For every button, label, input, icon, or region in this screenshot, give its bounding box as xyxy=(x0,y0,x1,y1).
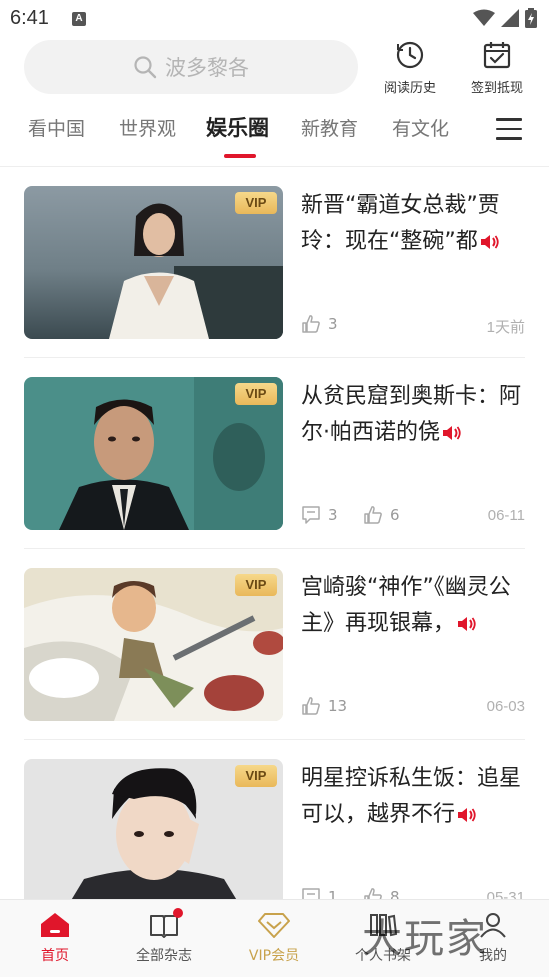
home-icon xyxy=(41,913,69,937)
article-card[interactable]: VIP 新晋“霸道女总裁”贾玲：现在“整碗”都 3 1天前 xyxy=(24,186,525,358)
like-count[interactable]: 3 xyxy=(301,314,338,334)
thumbs-up-icon xyxy=(302,697,320,715)
like-count[interactable]: 6 xyxy=(363,505,400,525)
article-title-text: 新晋“霸道女总裁”贾玲：现在“整碗”都 xyxy=(301,193,500,254)
vip-diamond-icon xyxy=(258,913,290,938)
article-meta: 3 6 06-11 xyxy=(301,505,525,529)
tab-kanzhongguo[interactable]: 看中国 xyxy=(28,114,85,141)
like-count-value: 6 xyxy=(390,506,400,524)
tab-shijieguan[interactable]: 世界观 xyxy=(119,114,176,141)
article-date: 06-11 xyxy=(487,507,525,524)
like-count-value: 3 xyxy=(328,315,338,333)
nav-all-magazines-label: 全部杂志 xyxy=(136,948,192,964)
search-icon xyxy=(134,56,157,79)
tab-yulequan[interactable]: 娱乐圈 xyxy=(206,112,269,142)
article-card[interactable]: VIP 宫崎骏“神作”《幽灵公主》再现银幕， 13 06-03 xyxy=(24,568,525,740)
speaker-icon xyxy=(458,617,476,631)
like-count-value: 13 xyxy=(328,697,348,715)
tab-youwenhua[interactable]: 有文化 xyxy=(392,114,449,141)
article-card[interactable]: VIP 从贫民窟到奥斯卡：阿尔·帕西诺的侥 3 6 06-11 xyxy=(24,377,525,549)
article-thumbnail[interactable]: VIP xyxy=(24,377,283,530)
wifi-icon xyxy=(473,9,495,26)
status-bar: 6:41 A xyxy=(0,0,549,36)
tab-xinjiaoyu[interactable]: 新教育 xyxy=(301,114,358,141)
signal-icon xyxy=(501,9,519,27)
article-thumbnail[interactable]: VIP xyxy=(24,568,283,721)
thumbs-up-icon xyxy=(302,315,320,333)
comment-count[interactable]: 3 xyxy=(301,505,338,525)
speaker-icon xyxy=(443,426,461,440)
watermark-text: 大玩家 xyxy=(362,916,488,962)
checkin-button[interactable]: 签到抵现 xyxy=(459,40,535,96)
speaker-icon xyxy=(458,808,476,822)
reading-history-label: 阅读历史 xyxy=(383,81,436,96)
menu-icon[interactable] xyxy=(496,118,522,142)
tabs-divider xyxy=(0,166,549,167)
list-divider xyxy=(24,739,525,740)
calendar-check-icon xyxy=(483,42,511,69)
nav-vip-label: VIP会员 xyxy=(248,948,300,964)
comment-icon xyxy=(302,506,320,524)
thumbs-up-icon xyxy=(364,506,382,524)
notification-icon: A xyxy=(72,12,86,26)
article-date: 1天前 xyxy=(486,319,525,336)
comment-count-value: 3 xyxy=(328,506,338,524)
category-tabs: 看中国 世界观 娱乐圈 新教育 有文化 xyxy=(0,108,549,160)
like-count[interactable]: 13 xyxy=(301,696,347,716)
article-title-text: 从贫民窟到奥斯卡：阿尔·帕西诺的侥 xyxy=(301,384,522,445)
speaker-icon xyxy=(480,235,499,249)
article-title[interactable]: 新晋“霸道女总裁”贾玲：现在“整碗”都 xyxy=(301,188,525,260)
list-divider xyxy=(24,548,525,549)
article-date: 06-03 xyxy=(486,698,525,715)
status-time: 6:41 xyxy=(10,7,49,29)
nav-home[interactable]: 首页 xyxy=(5,912,105,965)
article-title-text: 宫崎骏“神作”《幽灵公主》再现银幕， xyxy=(301,575,511,636)
nav-home-label: 首页 xyxy=(41,948,69,964)
article-thumbnail[interactable]: VIP xyxy=(24,759,283,912)
history-icon xyxy=(396,41,424,69)
vip-badge: VIP xyxy=(235,192,277,214)
article-title-text: 明星控诉私生饭：追星可以，越界不行 xyxy=(301,766,522,827)
book-icon-wrap xyxy=(149,908,183,942)
notification-dot xyxy=(173,908,183,918)
status-icons xyxy=(473,8,537,28)
reading-history-button[interactable]: 阅读历史 xyxy=(372,40,448,96)
list-divider xyxy=(24,357,525,358)
article-meta: 3 1天前 xyxy=(301,314,525,338)
article-title[interactable]: 从贫民窟到奥斯卡：阿尔·帕西诺的侥 xyxy=(301,379,525,451)
checkin-label: 签到抵现 xyxy=(470,81,523,96)
search-input[interactable]: 波多黎各 xyxy=(24,40,358,94)
nav-all-magazines[interactable]: 全部杂志 xyxy=(114,908,214,965)
search-placeholder: 波多黎各 xyxy=(165,56,249,80)
vip-badge: VIP xyxy=(235,574,277,596)
vip-badge: VIP xyxy=(235,383,277,405)
battery-icon xyxy=(525,8,537,28)
article-meta: 13 06-03 xyxy=(301,696,525,720)
nav-vip[interactable]: VIP会员 xyxy=(224,912,324,965)
article-title[interactable]: 明星控诉私生饭：追星可以，越界不行 xyxy=(301,761,525,833)
article-thumbnail[interactable]: VIP xyxy=(24,186,283,339)
article-title[interactable]: 宫崎骏“神作”《幽灵公主》再现银幕， xyxy=(301,570,525,642)
vip-badge: VIP xyxy=(235,765,277,787)
active-tab-indicator xyxy=(224,154,256,158)
